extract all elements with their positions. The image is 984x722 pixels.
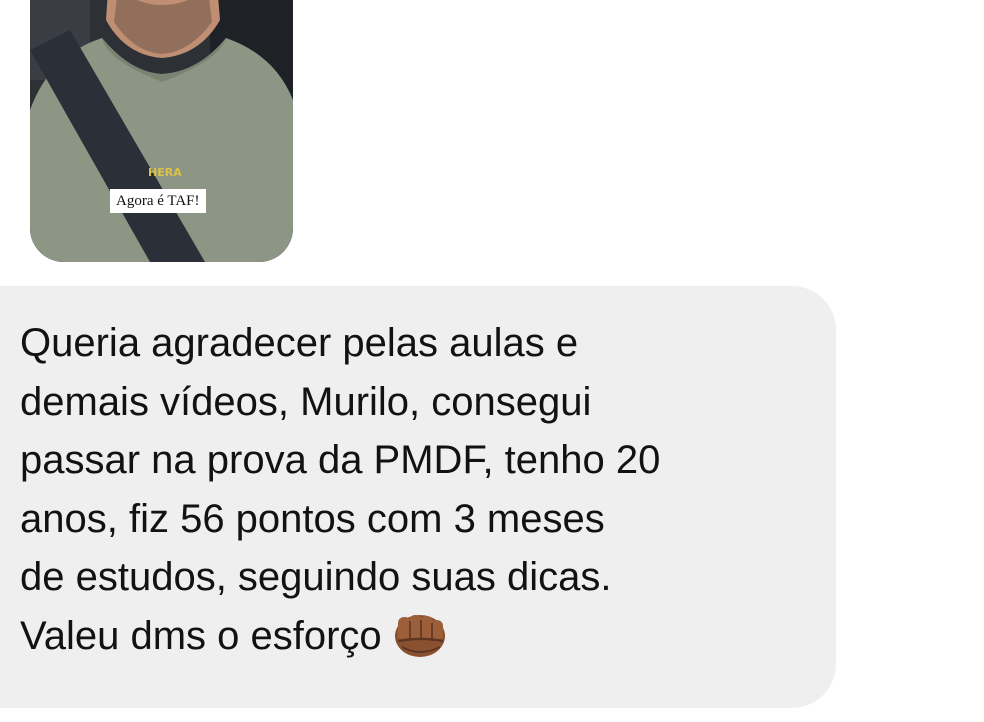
fist-emoji-icon <box>394 614 445 657</box>
message-line: de estudos, seguindo suas dicas. <box>20 555 612 599</box>
message-line: anos, fiz 56 pontos com 3 meses <box>20 496 605 541</box>
shirt-logo: HERA <box>148 166 182 179</box>
message-line-last: Valeu dms o esforço <box>20 607 816 666</box>
message-text: Queria agradecer pelas aulas e demais ví… <box>20 314 816 665</box>
message-line: Queria agradecer pelas aulas e <box>20 321 579 365</box>
message-line: passar na prova da PMDF, tenho 20 <box>20 438 661 482</box>
chat-thread: HERA Agora é TAF! Queria agradecer pelas… <box>0 0 984 722</box>
message-line: demais vídeos, Murilo, consegui <box>20 379 592 424</box>
story-reply-photo[interactable]: HERA <box>30 0 293 262</box>
story-caption: Agora é TAF! <box>110 189 206 213</box>
message-line-text: Valeu dms o esforço <box>20 613 382 658</box>
person-photo: HERA <box>30 0 293 262</box>
message-bubble[interactable]: Queria agradecer pelas aulas e demais ví… <box>0 286 836 708</box>
